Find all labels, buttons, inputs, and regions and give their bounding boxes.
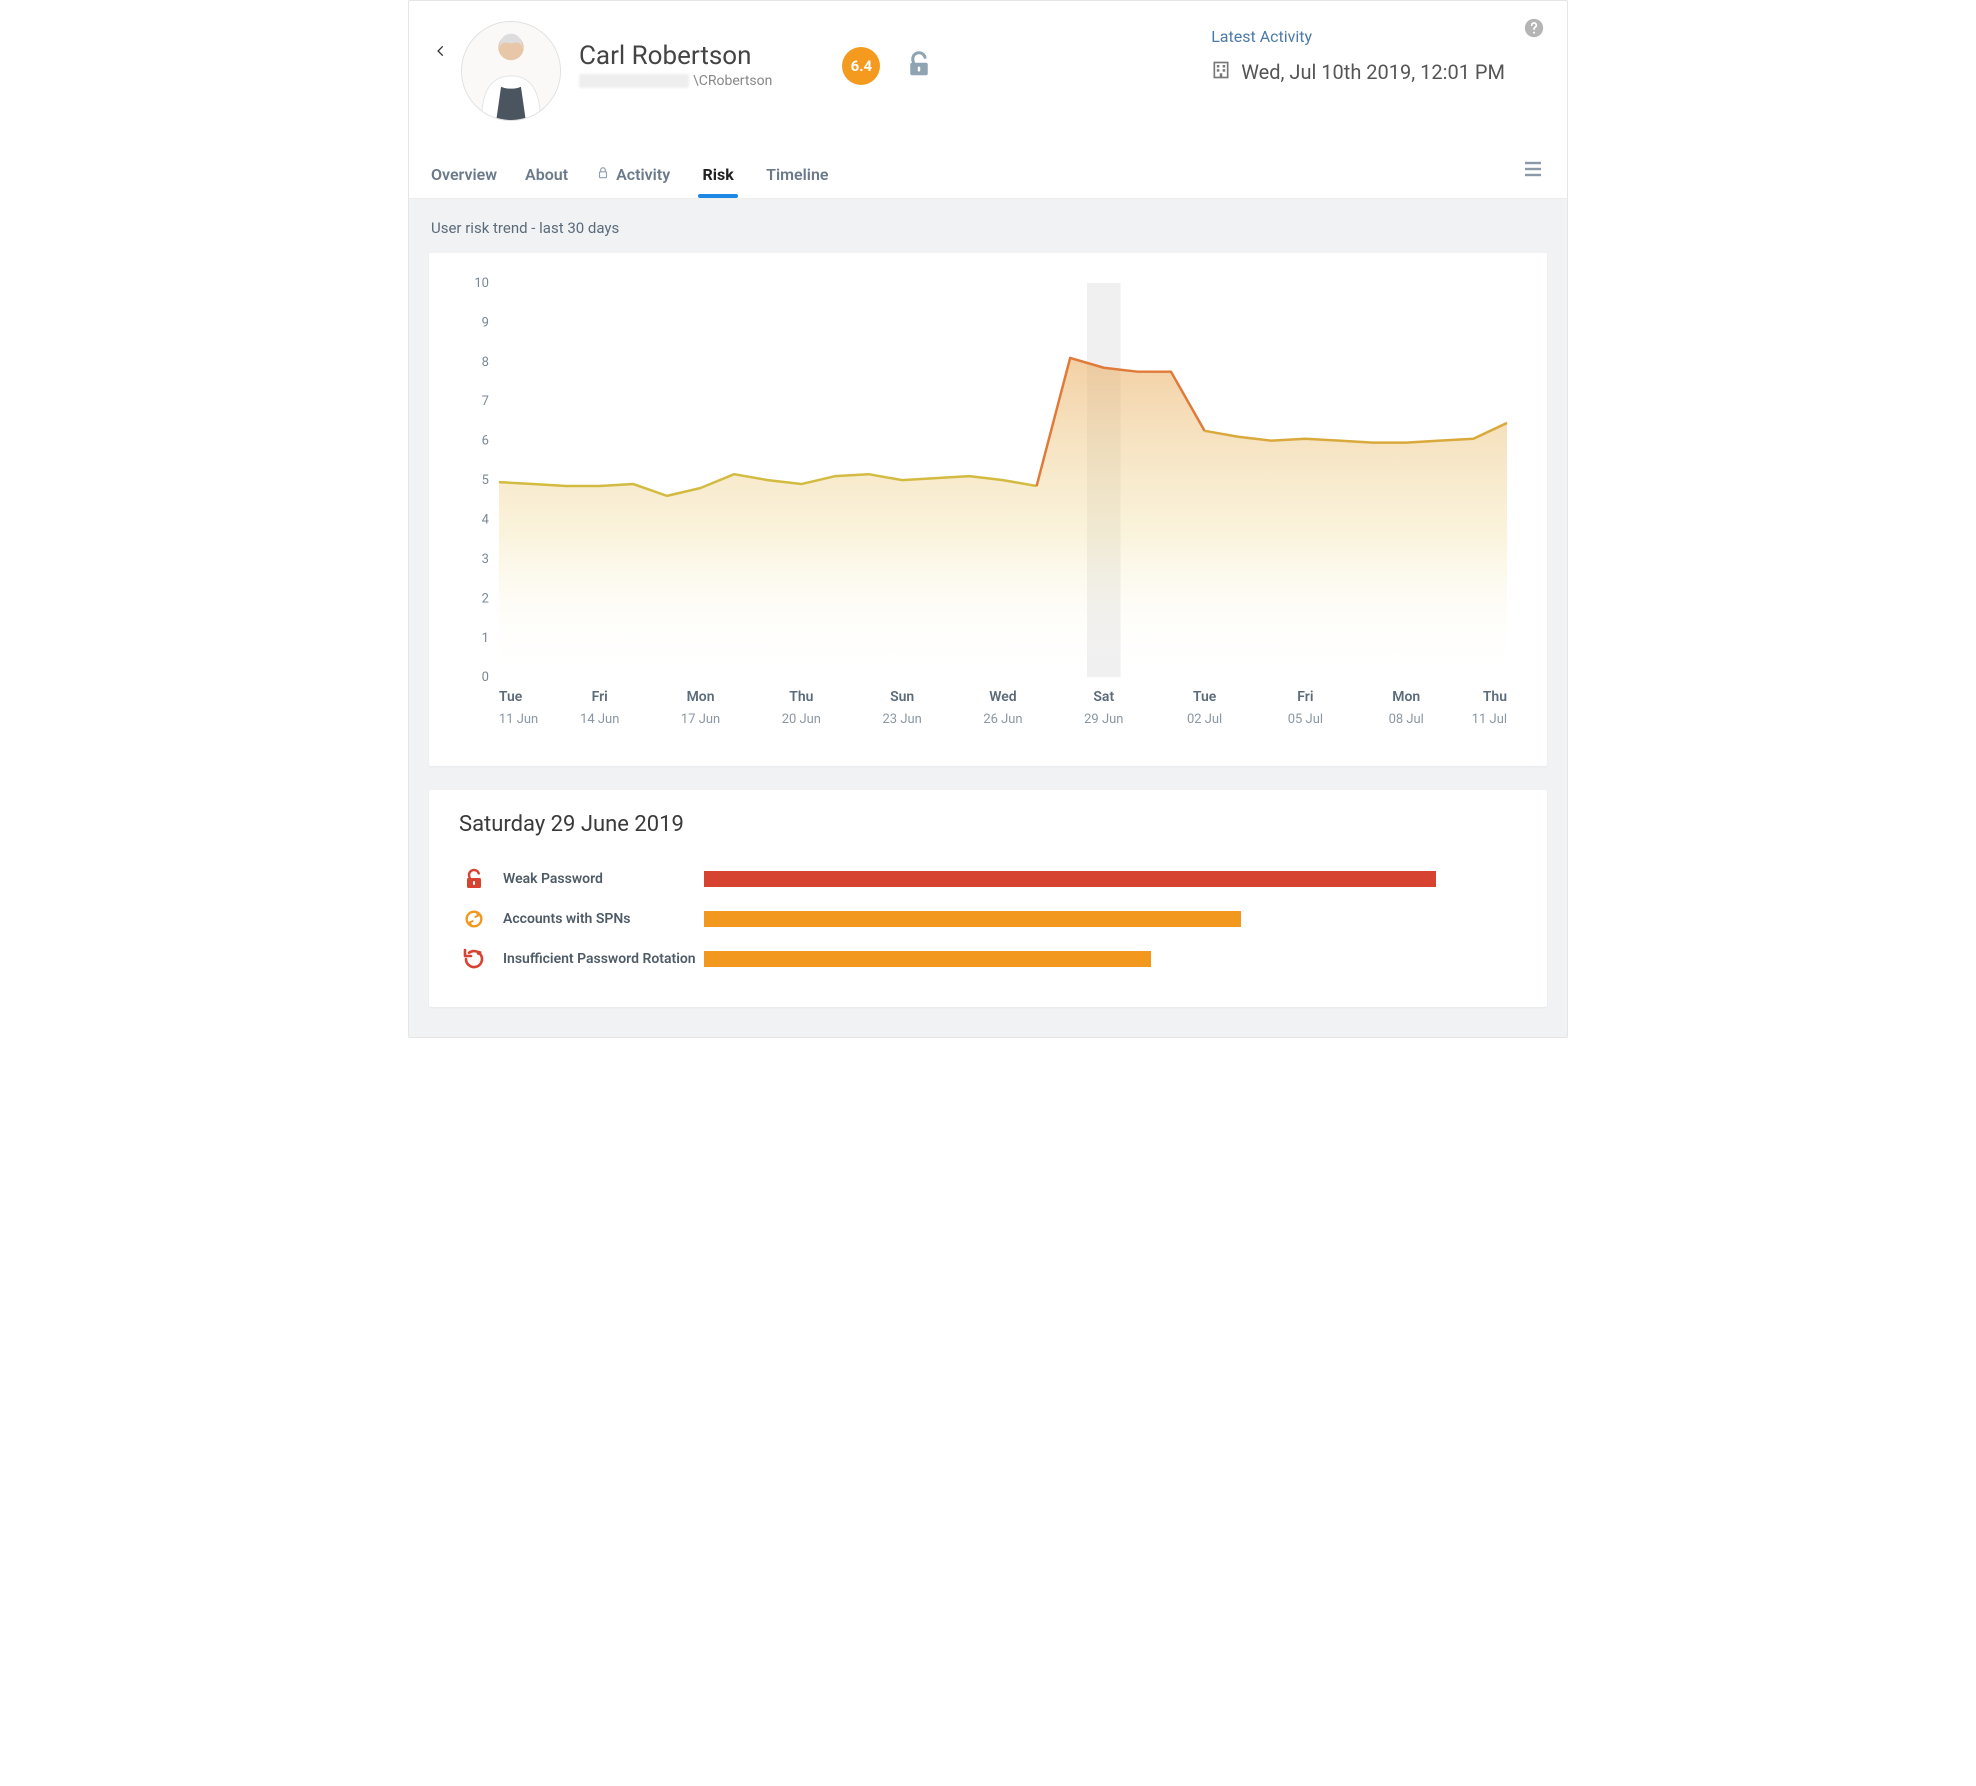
risk-bar-track: [704, 871, 1517, 887]
menu-button[interactable]: [1521, 157, 1545, 193]
x-tick-day: Tue: [1193, 689, 1217, 705]
redacted-domain: [579, 74, 689, 88]
lock-icon: [596, 165, 610, 184]
back-button[interactable]: [431, 21, 451, 81]
x-tick-date: 14 Jun: [580, 712, 619, 727]
risk-label: Insufficient Password Rotation: [489, 951, 704, 967]
x-tick-date: 23 Jun: [883, 712, 922, 727]
risk-bar-track: [704, 911, 1517, 927]
x-tick-date: 11 Jul: [1472, 712, 1507, 727]
x-tick-day: Sat: [1093, 689, 1114, 705]
risk-bar: [704, 951, 1151, 967]
unlock-icon: [904, 49, 934, 83]
building-icon: [1211, 60, 1231, 84]
x-tick-date: 17 Jun: [681, 712, 720, 727]
x-tick-day: Fri: [1297, 689, 1313, 705]
detail-date-title: Saturday 29 June 2019: [459, 812, 1517, 837]
x-tick-date: 08 Jul: [1389, 712, 1424, 727]
x-tick-day: Sun: [890, 689, 914, 705]
y-tick-label: 8: [482, 355, 489, 370]
risk-score-badge: 6.4: [842, 47, 880, 85]
risk-row[interactable]: Weak Password: [459, 859, 1517, 899]
circle-arrows-icon: [459, 904, 489, 934]
x-tick-day: Thu: [789, 689, 813, 705]
user-name: Carl Robertson: [579, 41, 772, 71]
tab-overview[interactable]: Overview: [431, 151, 497, 198]
x-tick-day: Fri: [592, 689, 608, 705]
x-tick-date: 05 Jul: [1288, 712, 1323, 727]
risk-row[interactable]: Insufficient Password Rotation: [459, 939, 1517, 979]
x-tick-day: Wed: [989, 689, 1017, 705]
tab-activity[interactable]: Activity: [596, 151, 670, 198]
chart-title: User risk trend - last 30 days: [409, 199, 1567, 253]
y-tick-label: 1: [482, 631, 489, 646]
tab-risk[interactable]: Risk: [703, 151, 734, 198]
y-tick-label: 2: [482, 591, 489, 606]
rotate-icon: [459, 944, 489, 974]
latest-activity-date: Wed, Jul 10th 2019, 12:01 PM: [1241, 60, 1505, 84]
x-tick-date: 26 Jun: [983, 712, 1022, 727]
y-tick-label: 7: [482, 394, 489, 409]
risk-bar: [704, 871, 1436, 887]
risk-bar: [704, 911, 1241, 927]
risk-label: Weak Password: [489, 871, 704, 887]
risk-row[interactable]: Accounts with SPNs: [459, 899, 1517, 939]
risk-trend-chart[interactable]: 0 1 2 3 4 5 6 7 8 9 10 Tue 11 Jun Fri 14 Jun Mon 17 Jun T…: [459, 273, 1517, 742]
latest-activity-label[interactable]: Latest Activity: [1211, 27, 1312, 46]
x-tick-day: Tue: [499, 689, 523, 705]
x-tick-day: Thu: [1483, 689, 1507, 705]
help-icon[interactable]: [1523, 17, 1545, 43]
y-tick-label: 10: [474, 276, 489, 291]
user-domain: \CRobertson: [579, 73, 772, 89]
tab-timeline[interactable]: Timeline: [766, 151, 828, 198]
y-tick-label: 0: [482, 670, 489, 685]
x-tick-day: Mon: [687, 689, 715, 705]
risk-detail-card: Saturday 29 June 2019 Weak Password Acco…: [429, 790, 1547, 1007]
y-tick-label: 4: [482, 513, 489, 528]
x-tick-date: 20 Jun: [782, 712, 821, 727]
tab-about[interactable]: About: [525, 151, 568, 198]
unlock-icon: [459, 864, 489, 894]
risk-trend-chart-card: 0 1 2 3 4 5 6 7 8 9 10 Tue 11 Jun Fri 14 Jun Mon 17 Jun T…: [429, 253, 1547, 766]
y-tick-label: 3: [482, 552, 489, 567]
risk-bar-track: [704, 951, 1517, 967]
y-tick-label: 9: [482, 315, 489, 330]
y-tick-label: 6: [482, 434, 489, 449]
active-tab-indicator: [698, 194, 738, 198]
x-tick-date: 02 Jul: [1187, 712, 1222, 727]
y-tick-label: 5: [482, 473, 489, 488]
x-tick-date: 11 Jun: [499, 712, 538, 727]
user-avatar: [461, 21, 561, 121]
x-tick-date: 29 Jun: [1084, 712, 1123, 727]
risk-label: Accounts with SPNs: [489, 911, 704, 927]
x-tick-day: Mon: [1392, 689, 1420, 705]
chart-area: [499, 358, 1507, 677]
